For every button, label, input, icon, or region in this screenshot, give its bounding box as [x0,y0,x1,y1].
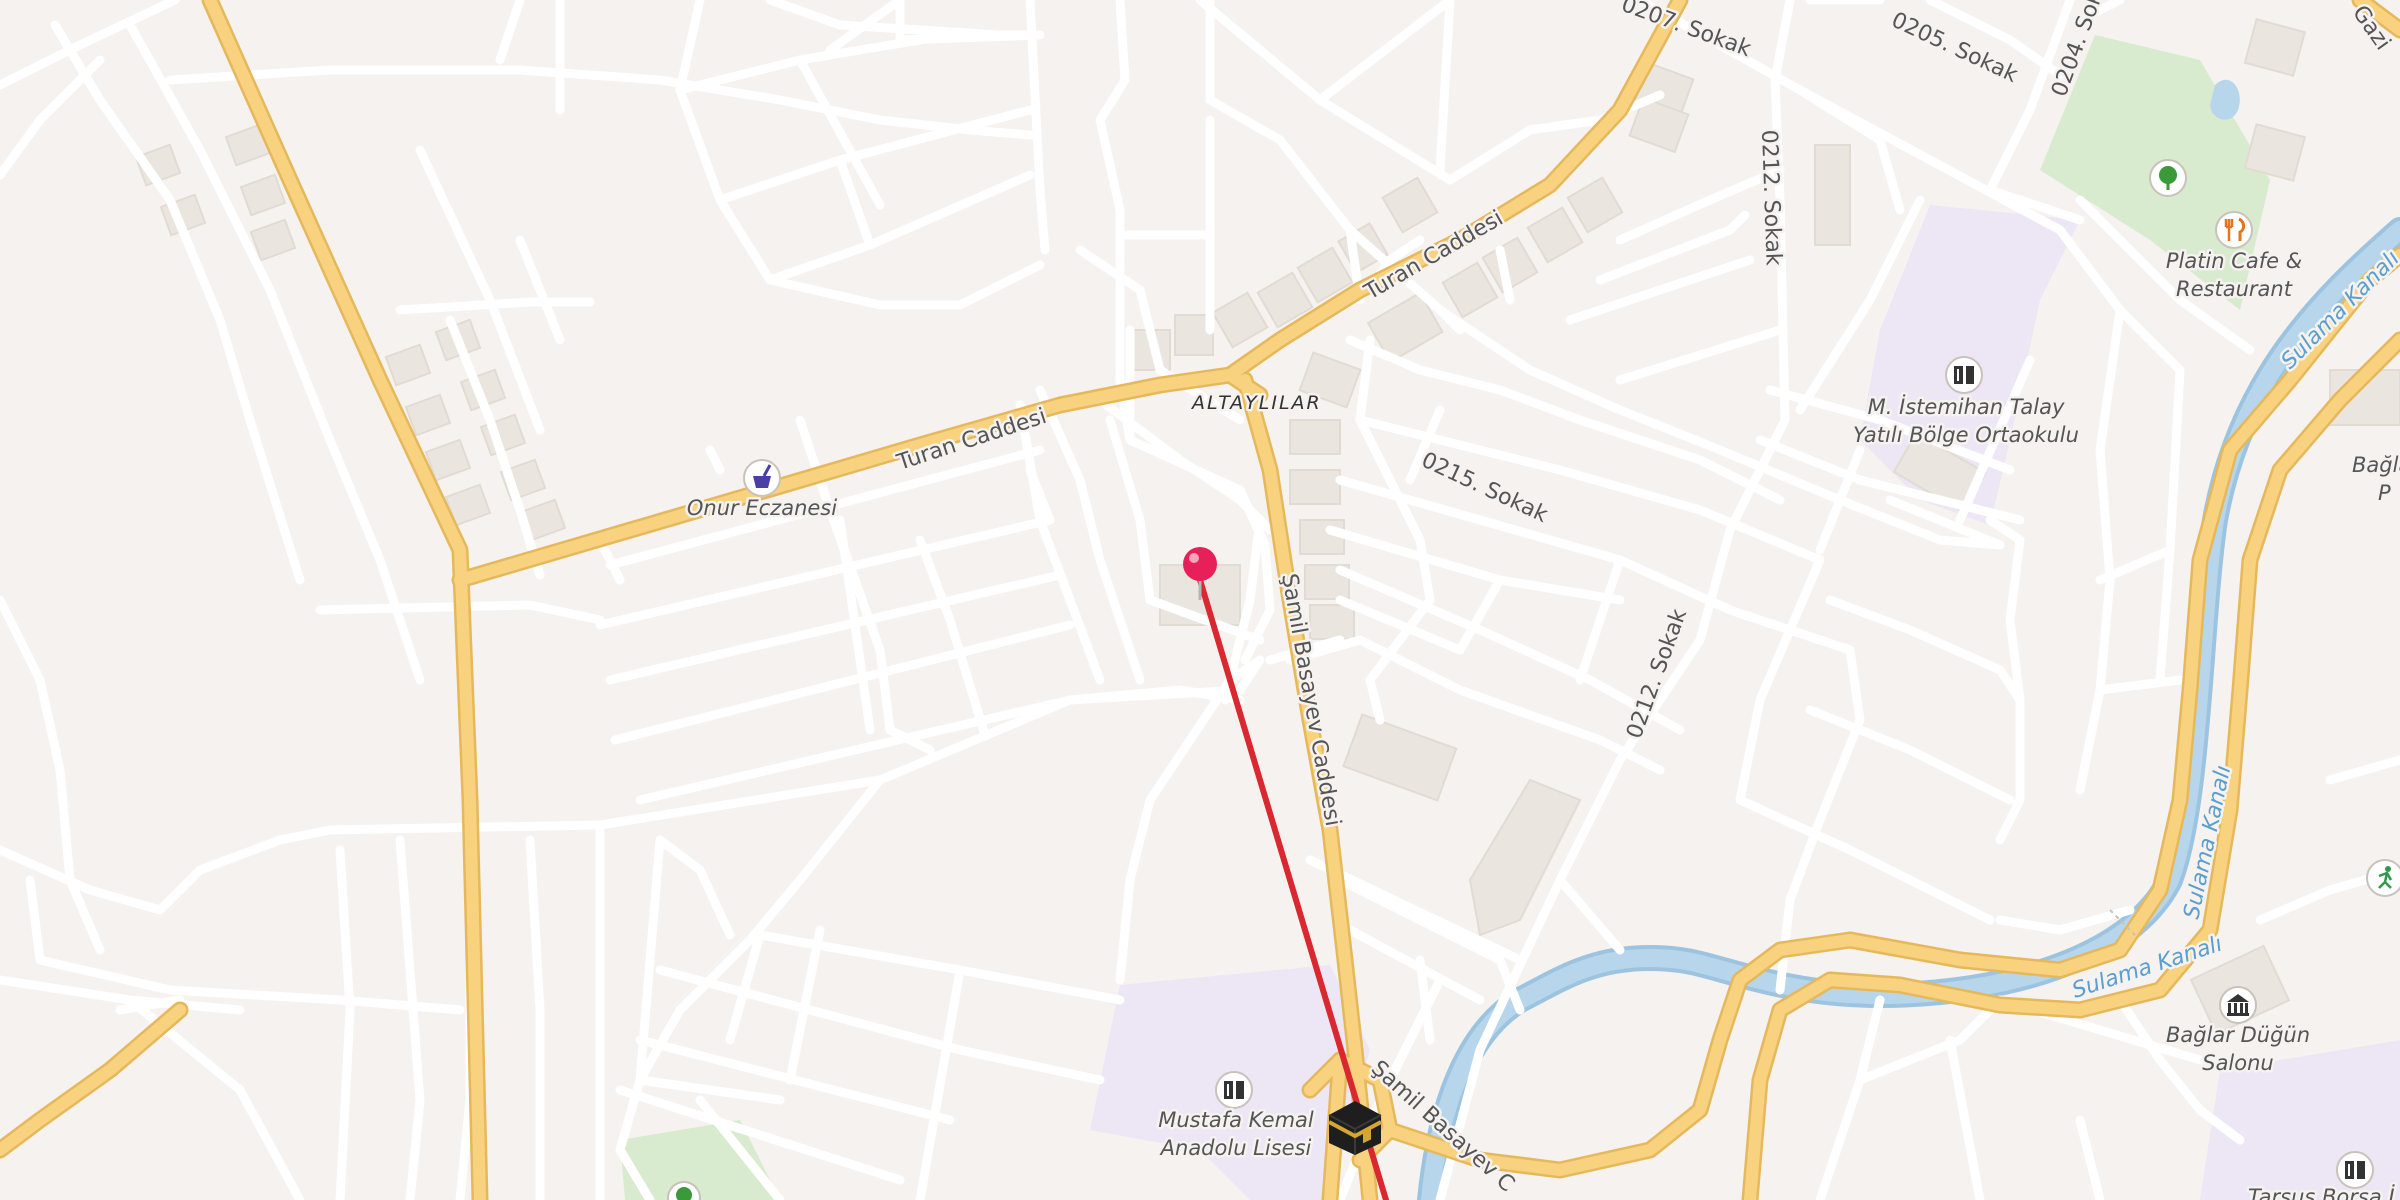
town-hall-icon [2219,986,2257,1024]
poi-label-onur-eczanesi: Onur Eczanesi [687,496,837,520]
poi-label-baglar-dugun-line2: Salonu [2202,1051,2274,1075]
tree-icon [2149,159,2187,197]
running-icon [2366,859,2400,897]
poi-label-baglar-dugun-line1: Bağlar Düğün [2166,1023,2310,1047]
poi-label-mustafa-kemal-line1: Mustafa Kemal [1158,1108,1314,1132]
district-label-altaylilar: ALTAYLILAR [1190,392,1322,414]
map-canvas[interactable]: Turan Caddesi Turan Caddesi Şamil Basaye… [0,0,2400,1200]
restaurant-icon [2215,211,2253,249]
school-icon [1945,356,1983,394]
pharmacy-icon [743,459,781,497]
poi-label-baglar-edge-line2: P [2378,481,2391,505]
school-icon [1215,1071,1253,1109]
school-icon [2336,1151,2374,1189]
street-label-sokak-0212-north: 0212. Sokak [1756,129,1786,266]
poi-label-mustafa-kemal-line2: Anadolu Lisesi [1159,1136,1312,1160]
poi-label-platin-cafe-line1: Platin Cafe & [2166,249,2302,273]
poi-label-baglar-edge-line1: Bağla [2352,453,2400,477]
poi-label-talay-line1: M. İstemihan Talay [1868,394,2065,419]
poi-park-north[interactable] [2149,159,2187,197]
poi-label-talay-line2: Yatılı Bölge Ortaokulu [1853,423,2079,447]
poi-label-platin-cafe-line2: Restaurant [2176,277,2293,301]
poi-sport[interactable] [2366,859,2400,897]
poi-label-tarsus-borsa: Tarsus Borsa İ [2248,1184,2395,1200]
